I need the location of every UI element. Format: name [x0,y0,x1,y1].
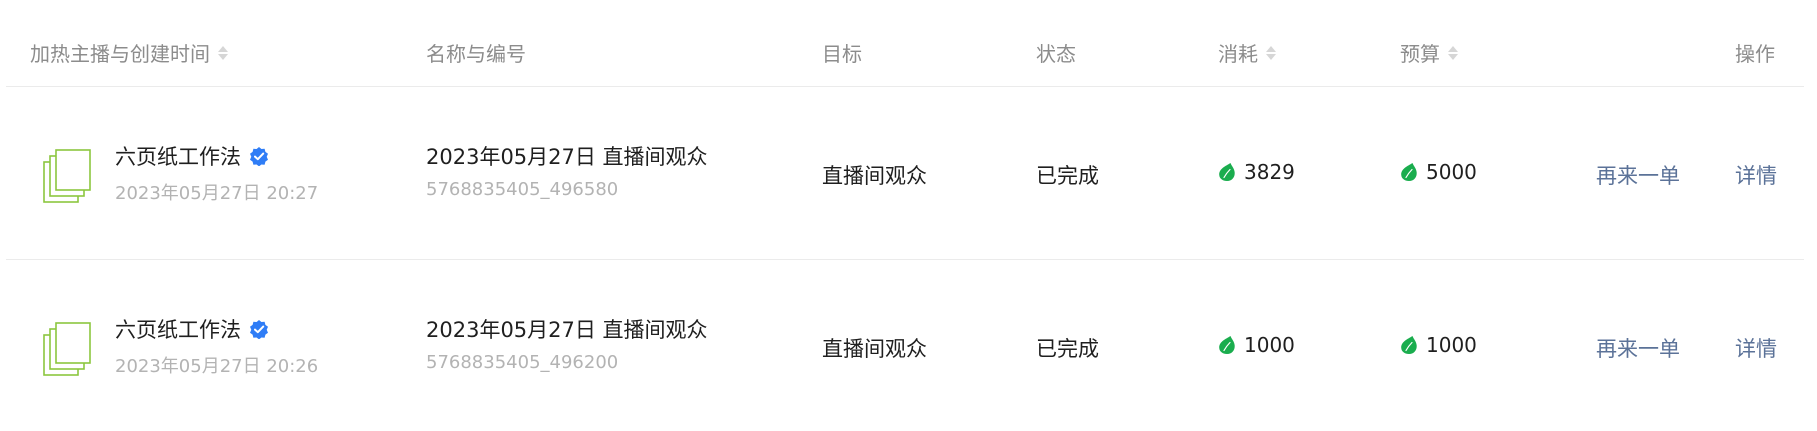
table-header: 加热主播与创建时间 名称与编号 目标 状态 消耗 预算 操作 [0,0,1817,86]
created-time: 2023年05月27日 20:26 [115,356,319,377]
plan-id: 5768835405_496580 [426,179,619,200]
sort-caret-icon[interactable] [218,45,228,60]
reorder-button[interactable]: 再来一单 [1596,160,1680,190]
budget-amount: 1000 [1426,333,1477,357]
budget-value: 1000 [1400,333,1477,357]
created-time: 2023年05月27日 20:27 [115,183,319,204]
header-anchor-time[interactable]: 加热主播与创建时间 [30,38,228,67]
anchor-name: 六页纸工作法 [115,141,269,171]
header-name-id-label: 名称与编号 [426,42,526,66]
anchor-name: 六页纸工作法 [115,314,269,344]
consume-amount: 1000 [1244,333,1295,357]
budget-value: 5000 [1400,160,1477,184]
plan-name: 2023年05月27日 直播间观众 [426,318,708,342]
header-status: 状态 [1036,38,1076,67]
leaf-coin-icon [1219,163,1235,181]
leaf-coin-icon [1219,336,1235,354]
leaf-coin-icon [1401,336,1417,354]
header-budget[interactable]: 预算 [1400,38,1458,67]
status-value: 已完成 [1036,337,1099,361]
header-target: 目标 [822,38,862,67]
anchor-name-text: 六页纸工作法 [115,145,241,169]
consume-value: 3829 [1218,160,1295,184]
stacked-pages-icon [43,322,91,376]
header-name-id: 名称与编号 [426,38,526,67]
header-status-label: 状态 [1036,42,1076,66]
header-target-label: 目标 [822,42,862,66]
header-consume-label: 消耗 [1218,42,1258,66]
verified-badge-icon [250,320,268,339]
table-row: 六页纸工作法 2023年05月27日 20:27 2023年05月27日 直播间… [0,87,1817,259]
orders-table: 加热主播与创建时间 名称与编号 目标 状态 消耗 预算 操作 六页纸工作法 20… [0,0,1817,431]
header-actions: 操作 [1735,38,1775,67]
consume-amount: 3829 [1244,160,1295,184]
budget-amount: 5000 [1426,160,1477,184]
table-row: 六页纸工作法 2023年05月27日 20:26 2023年05月27日 直播间… [0,260,1817,431]
target-value: 直播间观众 [822,337,927,361]
sort-caret-icon[interactable] [1448,45,1458,60]
target-value: 直播间观众 [822,164,927,188]
status-value: 已完成 [1036,164,1099,188]
sort-caret-icon[interactable] [1266,45,1276,60]
detail-link[interactable]: 详情 [1735,333,1777,363]
plan-id: 5768835405_496200 [426,352,619,373]
detail-link[interactable]: 详情 [1735,160,1777,190]
header-budget-label: 预算 [1400,42,1440,66]
plan-name: 2023年05月27日 直播间观众 [426,145,708,169]
header-actions-label: 操作 [1735,42,1775,66]
leaf-coin-icon [1401,163,1417,181]
header-anchor-time-label: 加热主播与创建时间 [30,42,210,66]
header-consume[interactable]: 消耗 [1218,38,1276,67]
anchor-name-text: 六页纸工作法 [115,318,241,342]
reorder-button[interactable]: 再来一单 [1596,333,1680,363]
consume-value: 1000 [1218,333,1295,357]
verified-badge-icon [250,147,268,166]
stacked-pages-icon [43,149,91,203]
